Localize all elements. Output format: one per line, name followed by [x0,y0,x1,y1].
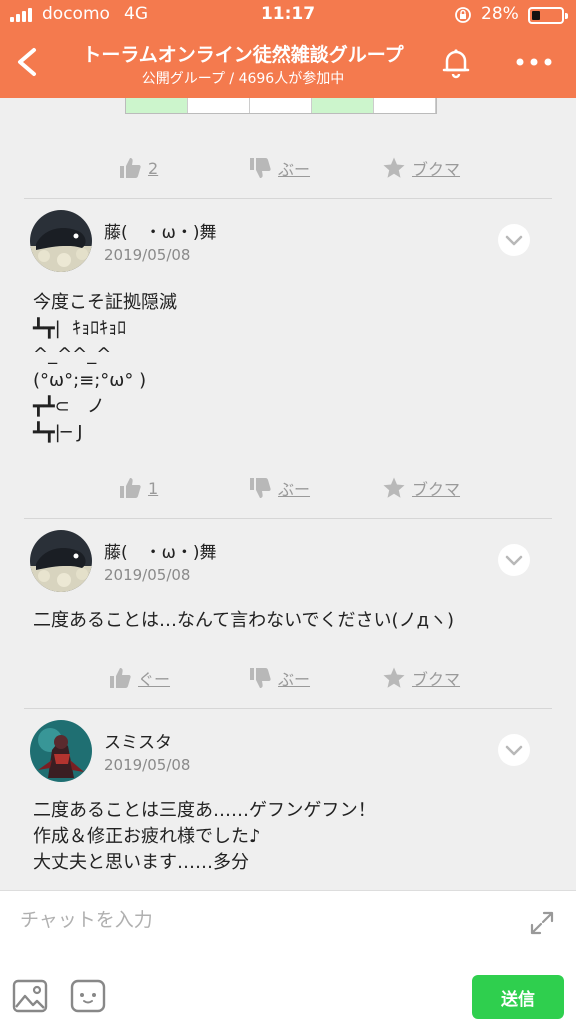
divider [24,708,552,709]
post-date: 2019/05/08 [104,756,191,774]
post-menu-button[interactable] [498,544,530,576]
like-button[interactable]: ぐー [108,660,170,696]
eel-avatar-image [30,530,92,592]
avatar[interactable] [30,210,92,272]
orientation-lock-icon [455,7,471,23]
bookmark-label: ブクマ [412,480,461,499]
character-avatar-image [30,720,92,782]
like-count: 1 [148,478,159,498]
chevron-down-icon [505,235,523,246]
post-body: 二度あることは三度あ……ゲフンゲフン！ 作成＆修正お疲れ様でした♪ 大丈夫と思い… [33,800,376,873]
battery-percent: 28% [481,4,519,24]
post-menu-button[interactable] [498,224,530,256]
bookmark-button[interactable]: ブクマ [382,470,460,506]
author-name: 藤( ・ω・)舞 [104,543,217,563]
battery-level [532,11,540,20]
dislike-label: ぶー [278,480,311,499]
dislike-label: ぶー [278,160,311,179]
post-menu-button[interactable] [498,734,530,766]
thumbs-up-icon [120,478,141,498]
group-title: トーラムオンライン徒然雑談グループ [82,45,404,66]
bookmark-button[interactable]: ブクマ [382,660,460,696]
author-name: 藤( ・ω・)舞 [104,223,217,243]
bookmark-label: ブクマ [412,160,461,179]
battery-icon [528,7,568,24]
star-icon [383,157,405,178]
dislike-button[interactable]: ぶー [248,150,310,186]
post-actions: 2 ぶー ブクマ [0,150,576,186]
thumbs-up-icon [120,158,141,178]
more-icon[interactable] [510,44,558,80]
post-body: 二度あることは…なんて言わないでください(ノдヽ) [33,610,455,631]
chevron-down-icon [505,555,523,566]
star-icon [383,667,405,688]
thumbs-down-icon [250,158,271,178]
divider [24,198,552,199]
avatar[interactable] [30,530,92,592]
author-name: スミスタ [104,733,172,753]
back-icon[interactable] [8,40,48,84]
like-label: ぐー [138,670,171,689]
post-actions: 1 ぶー ブクマ [0,470,576,506]
bell-icon[interactable] [436,42,476,82]
dislike-button[interactable]: ぶー [248,660,310,696]
dislike-label: ぶー [278,670,311,689]
expand-icon[interactable] [528,909,556,937]
star-icon [383,477,405,498]
dislike-button[interactable]: ぶー [248,470,310,506]
header-bar: トーラムオンライン徒然雑談グループ 公開グループ / 4696人が参加中 [0,30,576,98]
group-subtitle: 公開グループ / 4696人が参加中 [141,71,345,87]
bookmark-label: ブクマ [412,670,461,689]
post-date: 2019/05/08 [104,566,191,584]
avatar[interactable] [30,720,92,782]
like-count: 2 [148,158,159,178]
bookmark-button[interactable]: ブクマ [382,150,460,186]
sticker-icon[interactable] [70,979,106,1013]
thumbs-up-icon [110,668,131,688]
chat-input-bar: チャットを入力 送信 [0,890,576,1024]
status-bar: docomo 4G 11:17 28% [0,0,576,30]
chat-input[interactable]: チャットを入力 [20,905,153,932]
thumbs-down-icon [250,668,271,688]
photo-icon[interactable] [12,979,48,1013]
like-button[interactable]: 1 [118,470,158,506]
chat-feed[interactable]: 2 ぶー ブクマ 藤( ・ω・)舞 2019/05/08 今度こそ証拠隠滅 ┻┳… [0,98,576,890]
like-button[interactable]: 2 [118,150,158,186]
divider [24,518,552,519]
attached-image[interactable] [125,98,437,114]
thumbs-down-icon [250,478,271,498]
chevron-down-icon [505,745,523,756]
send-button[interactable]: 送信 [472,975,564,1019]
post-date: 2019/05/08 [104,246,191,264]
eel-avatar-image [30,210,92,272]
post-actions: ぐー ぶー ブクマ [0,660,576,696]
post-body: 今度こそ証拠隠滅 ┻┳| ｷｮﾛｷｮﾛ ^_^^_^ (°ω°;≡;°ω° ) … [33,292,177,443]
